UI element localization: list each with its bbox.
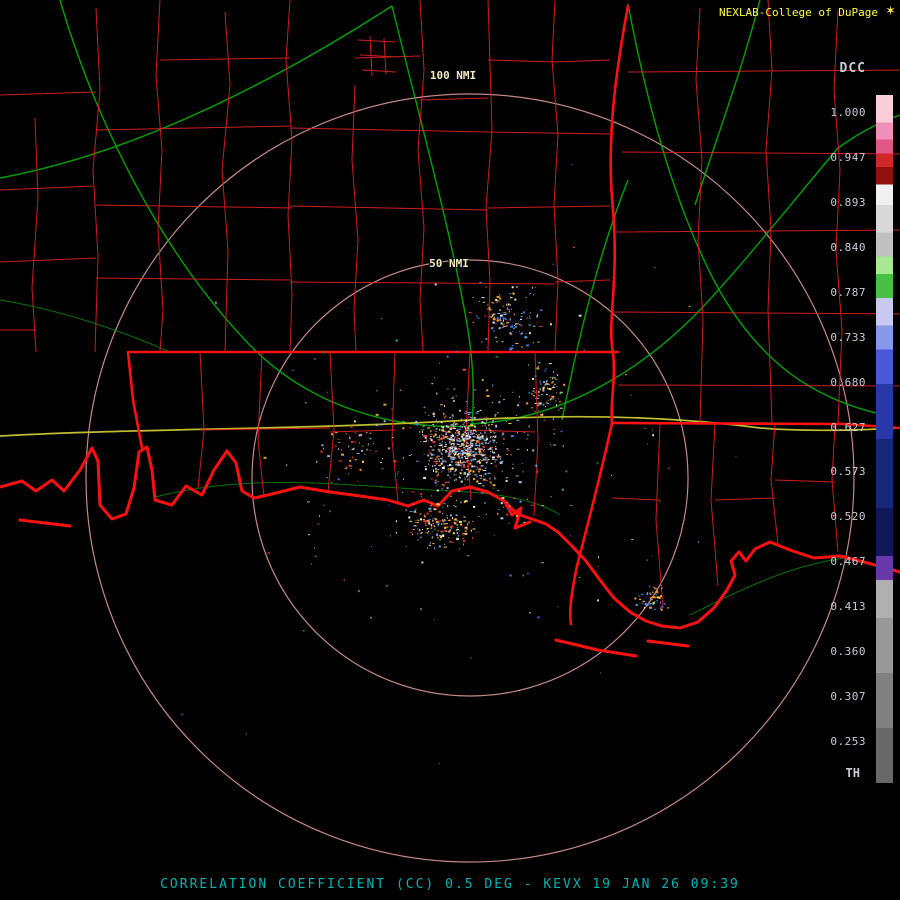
legend-tick-label: 0.253 <box>830 735 866 748</box>
product-code-label: DCC <box>840 61 866 76</box>
legend-tick-label: 0.840 <box>830 241 866 254</box>
range-ring-label-50: 50 NMI <box>429 257 469 270</box>
legend-tick-label: 0.573 <box>830 465 866 478</box>
county-boundary-lines <box>0 0 900 608</box>
colorbar <box>876 95 893 783</box>
radar-echoes <box>181 163 797 764</box>
radar-display: 100 NMI 50 NMI NEXLAB-College of DuPage … <box>0 0 900 900</box>
highway-lines <box>0 0 900 615</box>
cod-logo-icon: ✶ <box>885 4 896 19</box>
legend-tick-label: 0.733 <box>830 331 866 344</box>
legend-tick-label: 0.520 <box>830 510 866 523</box>
legend-tick-label: 0.680 <box>830 376 866 389</box>
legend-tick-label: 1.000 <box>830 106 866 119</box>
legend-tick-label: 0.627 <box>830 421 866 434</box>
attribution-text: NEXLAB-College of DuPage <box>719 6 878 19</box>
radar-map <box>0 0 900 900</box>
legend-tick-label: 0.307 <box>830 690 866 703</box>
legend-tick-label: 0.467 <box>830 555 866 568</box>
range-ring-label-100: 100 NMI <box>430 69 476 82</box>
colorbar-threshold-label: TH <box>846 766 860 780</box>
legend-tick-label: 0.893 <box>830 196 866 209</box>
legend-tick-label: 0.413 <box>830 600 866 613</box>
legend-tick-label: 0.787 <box>830 286 866 299</box>
legend-tick-label: 0.947 <box>830 151 866 164</box>
product-title: CORRELATION COEFFICIENT (CC) 0.5 DEG - K… <box>0 877 900 892</box>
range-ring-50nmi <box>252 260 688 696</box>
legend-tick-label: 0.360 <box>830 645 866 658</box>
